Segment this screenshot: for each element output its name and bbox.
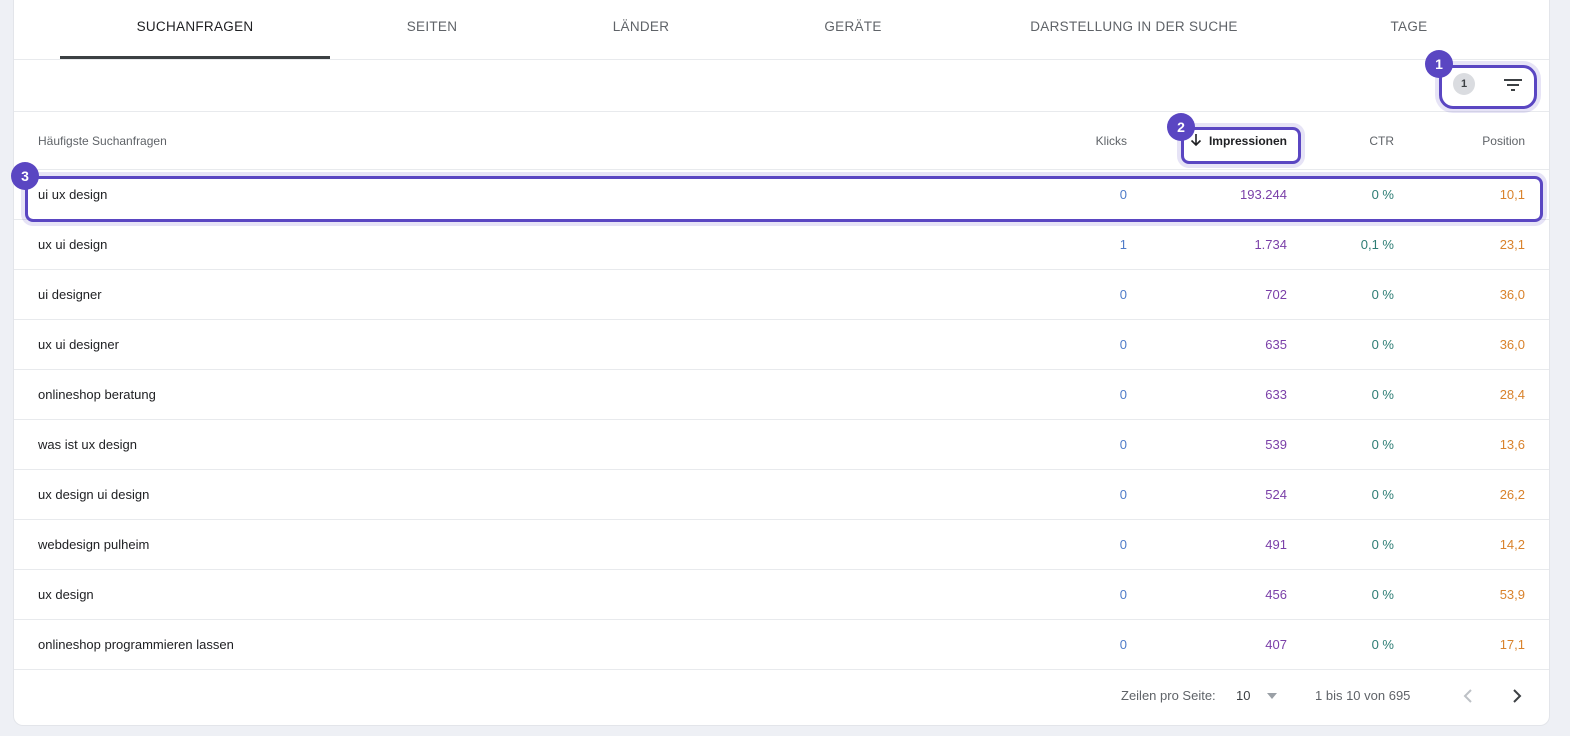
- filter-icon[interactable]: [1501, 73, 1525, 97]
- ctr-cell: 0 %: [1371, 637, 1394, 652]
- impressions-cell: 456: [1265, 587, 1287, 602]
- filter-count-badge: 1: [1453, 73, 1475, 95]
- query-cell: ui designer: [38, 287, 102, 302]
- impressions-cell: 539: [1265, 437, 1287, 452]
- clicks-cell: 0: [1119, 337, 1127, 352]
- query-cell: onlineshop programmieren lassen: [38, 637, 234, 652]
- chevron-left-icon[interactable]: [1456, 684, 1480, 708]
- tab-laender[interactable]: LÄNDER: [562, 0, 720, 60]
- tab-tage[interactable]: TAGE: [1334, 0, 1484, 60]
- performance-card: SUCHANFRAGEN SEITEN LÄNDER GERÄTE DARSTE…: [13, 0, 1550, 726]
- column-header-position[interactable]: Position: [1424, 113, 1525, 170]
- query-cell: webdesign pulheim: [38, 537, 150, 552]
- impressions-cell: 702: [1265, 287, 1287, 302]
- clicks-cell: 1: [1119, 237, 1127, 252]
- pagination-range: 1 bis 10 von 695: [1315, 688, 1411, 703]
- position-cell: 36,0: [1499, 287, 1525, 302]
- ctr-cell: 0 %: [1371, 437, 1394, 452]
- position-cell: 36,0: [1499, 337, 1525, 352]
- clicks-cell: 0: [1119, 387, 1127, 402]
- position-cell: 26,2: [1499, 487, 1525, 502]
- query-cell: ui ux design: [38, 187, 108, 202]
- table-row[interactable]: was ist ux design 0 539 0 % 13,6: [14, 420, 1549, 470]
- column-header-ctr[interactable]: CTR: [1304, 113, 1394, 170]
- pagination-footer: Zeilen pro Seite: 10 1 bis 10 von 695: [14, 668, 1549, 724]
- ctr-cell: 0 %: [1371, 337, 1394, 352]
- tab-seiten[interactable]: SEITEN: [354, 0, 510, 60]
- ctr-cell: 0 %: [1371, 587, 1394, 602]
- impressions-cell: 633: [1265, 387, 1287, 402]
- clicks-cell: 0: [1119, 637, 1127, 652]
- clicks-cell: 0: [1119, 437, 1127, 452]
- query-cell: ux ui design: [38, 237, 108, 252]
- position-cell: 23,1: [1499, 237, 1525, 252]
- tab-darstellung[interactable]: DARSTELLUNG IN DER SUCHE: [1014, 0, 1254, 60]
- table-row[interactable]: ux design 0 456 0 % 53,9: [14, 570, 1549, 620]
- table-row[interactable]: ui designer 0 702 0 % 36,0: [14, 270, 1549, 320]
- rows-per-page-select[interactable]: 10: [1236, 668, 1250, 724]
- column-header-query: Häufigste Suchanfragen: [38, 134, 167, 148]
- tab-geraete[interactable]: GERÄTE: [774, 0, 932, 60]
- clicks-cell: 0: [1119, 537, 1127, 552]
- table-row[interactable]: ux ui designer 0 635 0 % 36,0: [14, 320, 1549, 370]
- filter-toolbar: 1: [14, 60, 1549, 112]
- position-cell: 14,2: [1499, 537, 1525, 552]
- impressions-header-label: Impressionen: [1208, 134, 1287, 148]
- position-cell: 28,4: [1499, 387, 1525, 402]
- impressions-cell: 635: [1265, 337, 1287, 352]
- ctr-cell: 0 %: [1371, 187, 1394, 202]
- ctr-cell: 0 %: [1371, 537, 1394, 552]
- active-tab-indicator: [60, 56, 330, 59]
- table-row[interactable]: webdesign pulheim 0 491 0 % 14,2: [14, 520, 1549, 570]
- annotation-badge-1: 1: [1425, 50, 1453, 78]
- table-row[interactable]: ui ux design 0 193.244 0 % 10,1: [14, 170, 1549, 220]
- ctr-cell: 0 %: [1371, 387, 1394, 402]
- table-header: Häufigste Suchanfragen Klicks Impression…: [14, 113, 1549, 170]
- column-header-clicks[interactable]: Klicks: [1024, 113, 1127, 170]
- clicks-cell: 0: [1119, 187, 1127, 202]
- chevron-down-icon[interactable]: [1266, 691, 1278, 701]
- tab-suchanfragen[interactable]: SUCHANFRAGEN: [60, 0, 330, 60]
- query-cell: was ist ux design: [38, 437, 137, 452]
- table-row[interactable]: onlineshop beratung 0 633 0 % 28,4: [14, 370, 1549, 420]
- impressions-cell: 193.244: [1240, 187, 1287, 202]
- position-cell: 53,9: [1499, 587, 1525, 602]
- query-cell: onlineshop beratung: [38, 387, 156, 402]
- table-row[interactable]: ux ui design 1 1.734 0,1 % 23,1: [14, 220, 1549, 270]
- annotation-badge-2: 2: [1167, 113, 1195, 141]
- column-header-impressions[interactable]: Impressionen: [1184, 113, 1287, 170]
- ctr-cell: 0 %: [1371, 287, 1394, 302]
- table-row[interactable]: onlineshop programmieren lassen 0 407 0 % 17…: [14, 620, 1549, 670]
- ctr-cell: 0,1 %: [1360, 237, 1394, 252]
- impressions-cell: 1.734: [1254, 237, 1287, 252]
- query-cell: ux design ui design: [38, 487, 150, 502]
- position-cell: 13,6: [1499, 437, 1525, 452]
- clicks-cell: 0: [1119, 487, 1127, 502]
- impressions-cell: 524: [1265, 487, 1287, 502]
- ctr-cell: 0 %: [1371, 487, 1394, 502]
- tab-bar: SUCHANFRAGEN SEITEN LÄNDER GERÄTE DARSTE…: [14, 0, 1549, 60]
- query-cell: ux ui designer: [38, 337, 119, 352]
- annotation-badge-3: 3: [11, 162, 39, 190]
- position-cell: 17,1: [1499, 637, 1525, 652]
- impressions-cell: 407: [1265, 637, 1287, 652]
- table-row[interactable]: ux design ui design 0 524 0 % 26,2: [14, 470, 1549, 520]
- position-cell: 10,1: [1499, 187, 1525, 202]
- chevron-right-icon[interactable]: [1505, 684, 1529, 708]
- clicks-cell: 0: [1119, 587, 1127, 602]
- query-cell: ux design: [38, 587, 94, 602]
- clicks-cell: 0: [1119, 287, 1127, 302]
- impressions-cell: 491: [1265, 537, 1287, 552]
- rows-per-page-label: Zeilen pro Seite:: [1121, 688, 1216, 703]
